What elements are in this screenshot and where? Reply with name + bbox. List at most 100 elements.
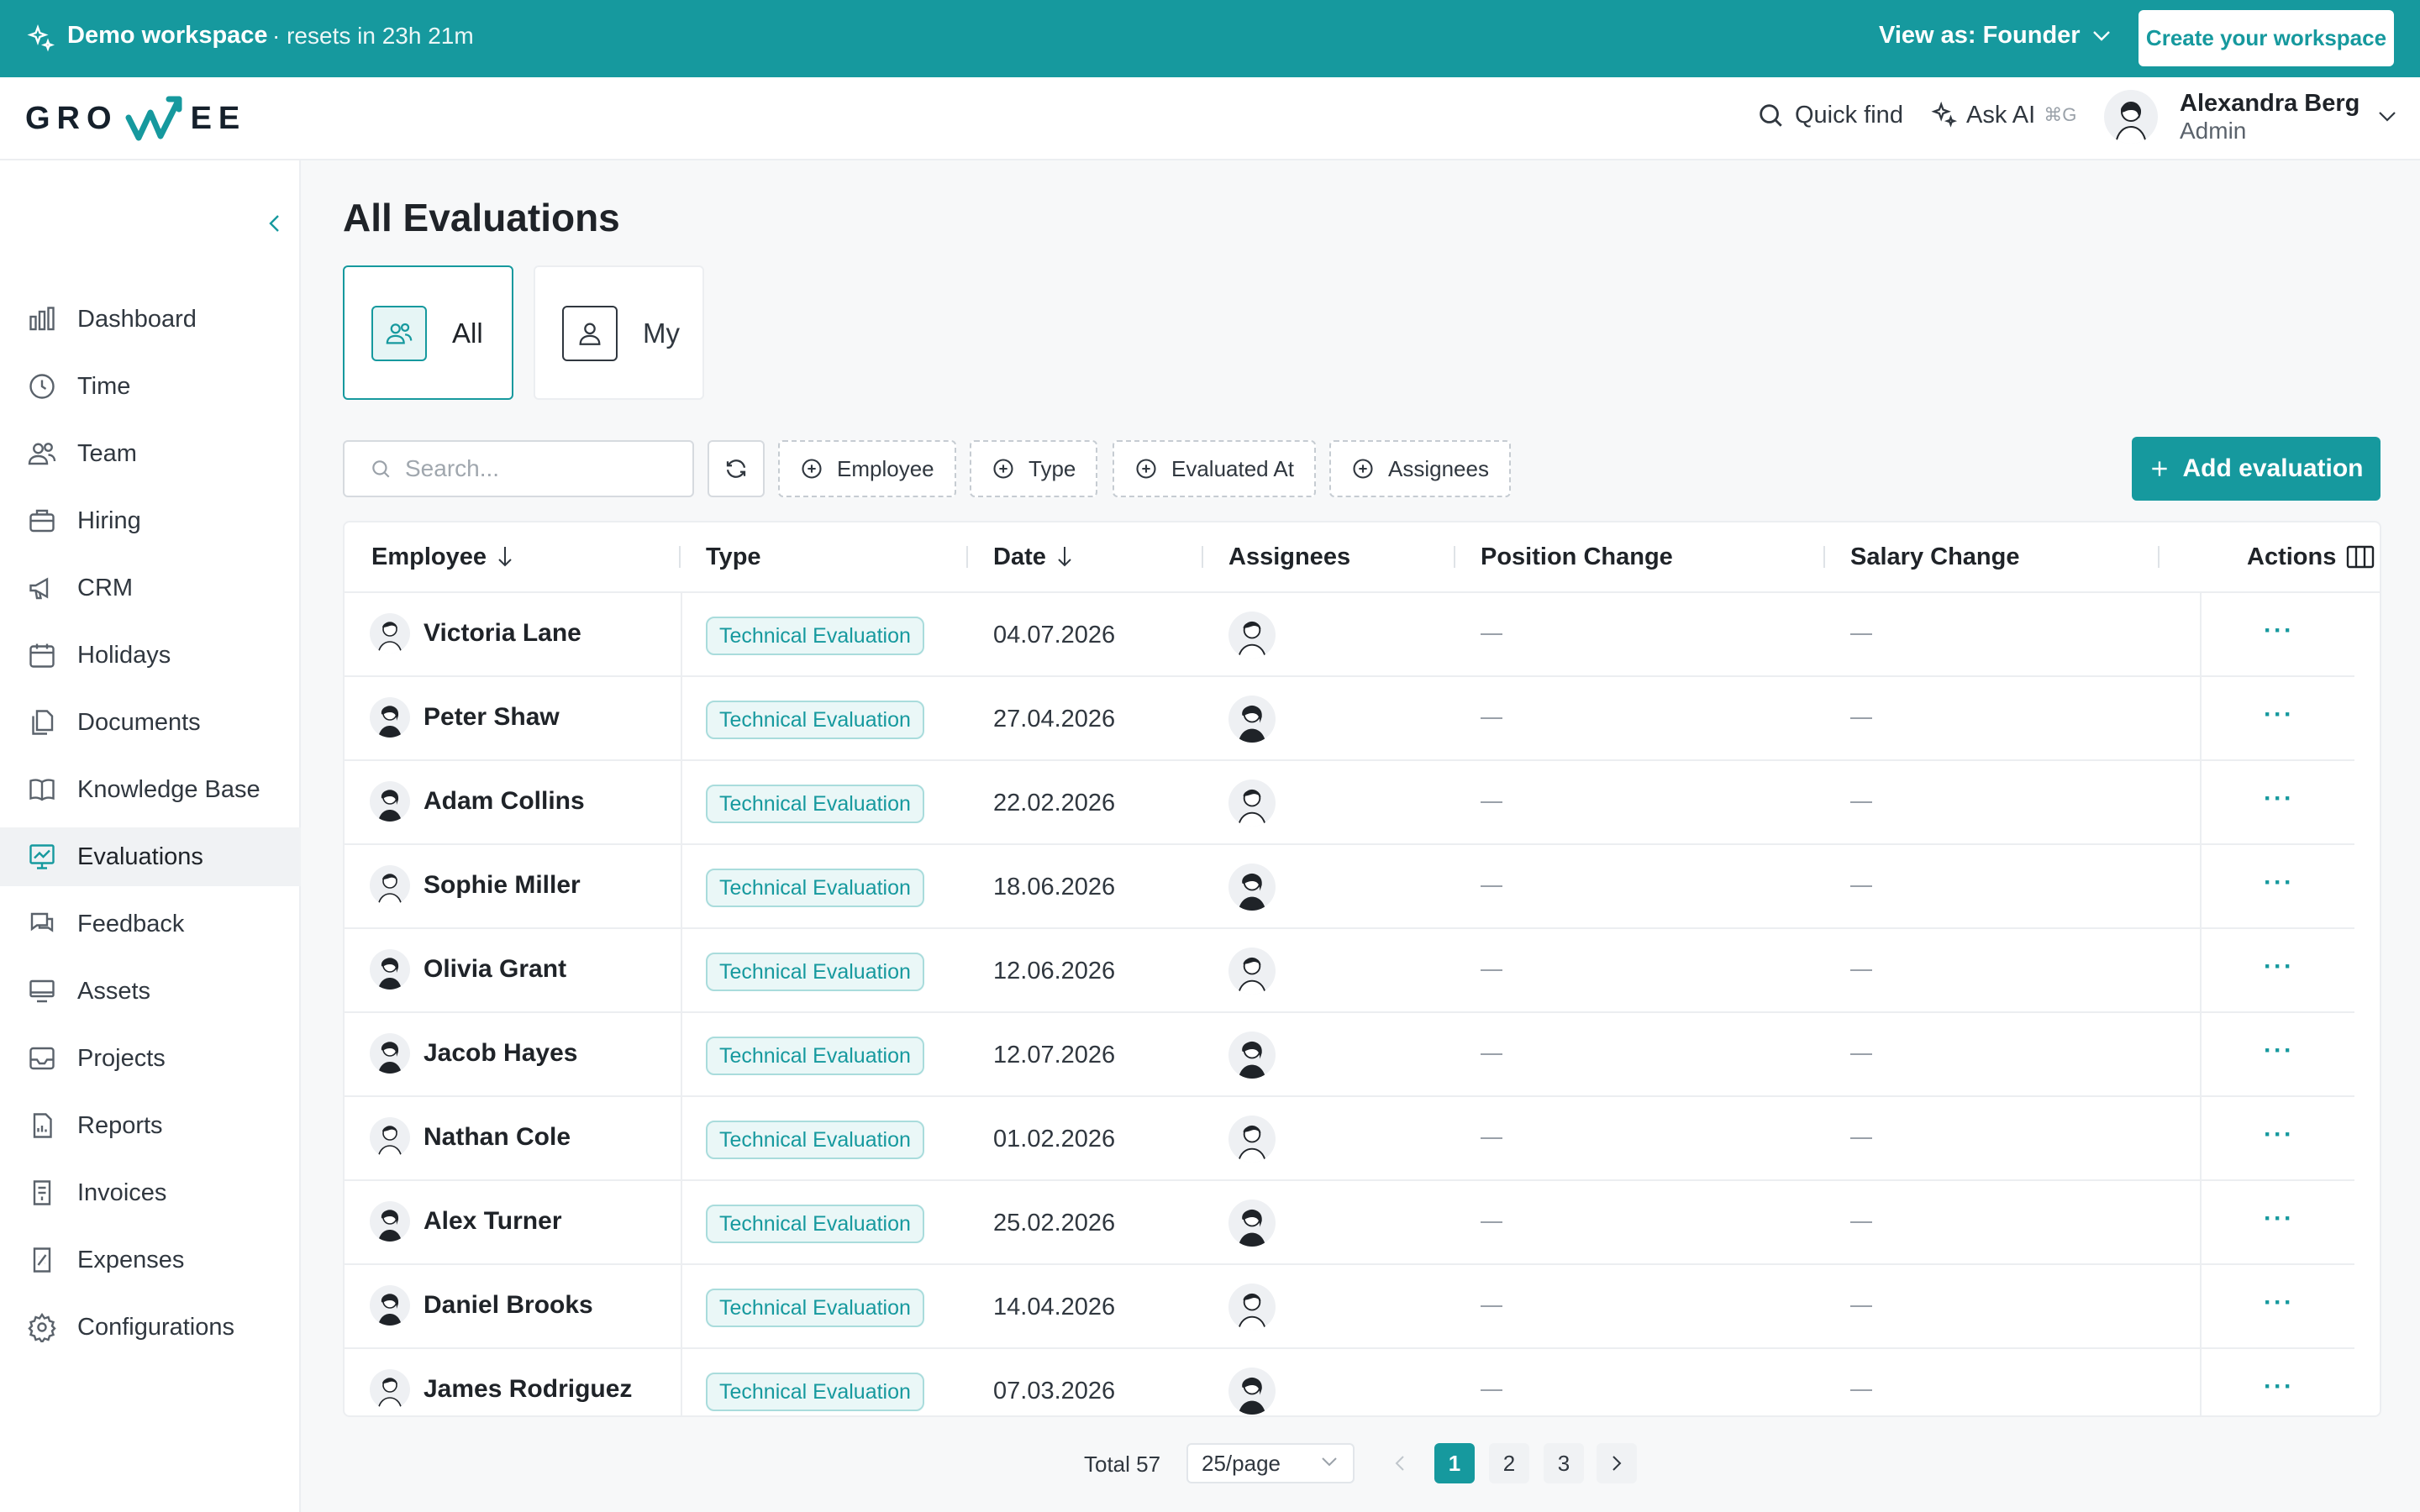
employee-cell[interactable]: Victoria Lane [370,613,581,654]
assignee-avatar[interactable] [1228,864,1276,911]
sidebar-item-feedback[interactable]: Feedback [0,895,301,953]
user-role: Admin [2180,118,2247,144]
assignee-avatar[interactable] [1228,1032,1276,1079]
table-row[interactable]: Jacob Hayes Technical Evaluation 12.07.202… [345,1013,2380,1097]
employee-cell[interactable]: Daniel Brooks [370,1285,593,1326]
employee-cell[interactable]: Peter Shaw [370,697,560,738]
type-badge: Technical Evaluation [706,953,924,991]
row-actions-button[interactable]: ··· [2264,617,2294,645]
filter-assignees[interactable]: Assignees [1329,440,1511,497]
assignee-avatar[interactable] [1228,696,1276,743]
search-input[interactable] [405,455,682,482]
row-actions-button[interactable]: ··· [2264,1037,2294,1065]
row-actions-button[interactable]: ··· [2264,869,2294,897]
columns-icon[interactable] [2346,544,2375,570]
sidebar-item-crm[interactable]: CRM [0,559,301,617]
evaluations-icon [29,844,55,869]
table-row[interactable]: James Rodriguez Technical Evaluation 07.03… [345,1349,2380,1415]
row-actions-button[interactable]: ··· [2264,953,2294,981]
view-as-dropdown[interactable]: View as: Founder [1879,22,2111,50]
tab-all[interactable]: All [343,265,513,400]
salary-change-empty: — [1850,885,1872,887]
next-page-button[interactable] [1597,1443,1637,1483]
page-3-button[interactable]: 3 [1544,1443,1584,1483]
prev-page-button[interactable] [1380,1443,1420,1483]
create-workspace-button[interactable]: Create your workspace [2139,10,2394,66]
tab-my[interactable]: My [534,265,704,400]
page-size-select[interactable]: 25/page [1186,1443,1355,1483]
row-actions-button[interactable]: ··· [2264,1373,2294,1401]
column-header-type[interactable]: Type [706,522,761,591]
column-header-date[interactable]: Date [993,522,1073,591]
column-header-position-change[interactable]: Position Change [1481,522,1673,591]
sidebar-item-reports[interactable]: Reports [0,1096,301,1155]
column-header-assignees[interactable]: Assignees [1228,522,1350,591]
user-icon [562,306,618,361]
sidebar-item-assets[interactable]: Assets [0,962,301,1021]
employee-cell[interactable]: Nathan Cole [370,1117,571,1158]
user-name: Alexandra Berg [2180,90,2360,117]
assignee-avatar[interactable] [1228,948,1276,995]
salary-change-empty: — [1850,1389,1872,1391]
sidebar-item-hiring[interactable]: Hiring [0,491,301,550]
row-actions-button[interactable]: ··· [2264,1205,2294,1233]
sidebar-item-expenses[interactable]: Expenses [0,1231,301,1289]
table-row[interactable]: Victoria Lane Technical Evaluation 04.07.2… [345,593,2380,677]
employee-cell[interactable]: Alex Turner [370,1201,562,1242]
sidebar-item-holidays[interactable]: Holidays [0,626,301,685]
row-actions-button[interactable]: ··· [2264,785,2294,813]
add-evaluation-button[interactable]: Add evaluation [2132,437,2381,501]
page-1-button[interactable]: 1 [1434,1443,1475,1483]
table-row[interactable]: Daniel Brooks Technical Evaluation 14.04.2… [345,1265,2380,1349]
sidebar-item-evaluations[interactable]: Evaluations [0,827,301,886]
table-row[interactable]: Sophie Miller Technical Evaluation 18.06.2… [345,845,2380,929]
table-row[interactable]: Alex Turner Technical Evaluation 25.02.202… [345,1181,2380,1265]
app-logo[interactable]: GRO EE [25,89,246,148]
refresh-button[interactable] [708,440,765,497]
sidebar-item-documents[interactable]: Documents [0,693,301,752]
row-actions-button[interactable]: ··· [2264,1121,2294,1149]
sidebar-item-knowledge-base[interactable]: Knowledge Base [0,760,301,819]
quick-find-button[interactable]: Quick find [1756,101,1903,129]
page-2-button[interactable]: 2 [1489,1443,1529,1483]
table-row[interactable]: Adam Collins Technical Evaluation 22.02.20… [345,761,2380,845]
type-badge: Technical Evaluation [706,1373,924,1411]
search-field[interactable] [343,440,694,497]
filter-evaluated-at[interactable]: Evaluated At [1113,440,1316,497]
assignee-avatar[interactable] [1228,1200,1276,1247]
employee-cell[interactable]: Sophie Miller [370,865,581,906]
assignee-avatar[interactable] [1228,612,1276,659]
table-row[interactable]: Nathan Cole Technical Evaluation 01.02.202… [345,1097,2380,1181]
sidebar-item-time[interactable]: Time [0,357,301,416]
column-header-employee[interactable]: Employee [371,522,513,591]
employee-cell[interactable]: James Rodriguez [370,1369,632,1410]
assignee-avatar[interactable] [1228,780,1276,827]
salary-change-empty: — [1850,1221,1872,1223]
chat-icon [30,912,54,932]
ask-ai-button[interactable]: Ask AI ⌘G [1929,101,2076,129]
assignee-avatar[interactable] [1228,1284,1276,1331]
assignee-avatar[interactable] [1228,1116,1276,1163]
table-row[interactable]: Olivia Grant Technical Evaluation 12.06.20… [345,929,2380,1013]
sidebar-item-invoices[interactable]: Invoices [0,1163,301,1222]
row-actions-button[interactable]: ··· [2264,1289,2294,1317]
row-actions-button[interactable]: ··· [2264,701,2294,729]
sidebar-item-configurations[interactable]: Configurations [0,1298,301,1357]
sidebar-item-label: Hiring [77,507,141,534]
employee-cell[interactable]: Jacob Hayes [370,1033,577,1074]
sidebar-item-projects[interactable]: Projects [0,1029,301,1088]
assignee-avatar[interactable] [1228,1368,1276,1415]
user-menu[interactable]: Alexandra Berg Admin [2104,89,2396,144]
employee-cell[interactable]: Adam Collins [370,781,585,822]
sidebar-item-dashboard[interactable]: Dashboard [0,290,301,349]
filter-type[interactable]: Type [970,440,1098,497]
table-row[interactable]: Peter Shaw Technical Evaluation 27.04.2026… [345,677,2380,761]
column-header-salary-change[interactable]: Salary Change [1850,522,2019,591]
employee-cell[interactable]: Olivia Grant [370,949,566,990]
date-cell: 25.02.2026 [993,1210,1116,1236]
type-badge: Technical Evaluation [706,869,924,907]
collapse-sidebar-icon[interactable] [262,211,287,236]
filter-employee[interactable]: Employee [778,440,956,497]
sidebar-item-team[interactable]: Team [0,424,301,483]
type-badge: Technical Evaluation [706,1205,924,1243]
